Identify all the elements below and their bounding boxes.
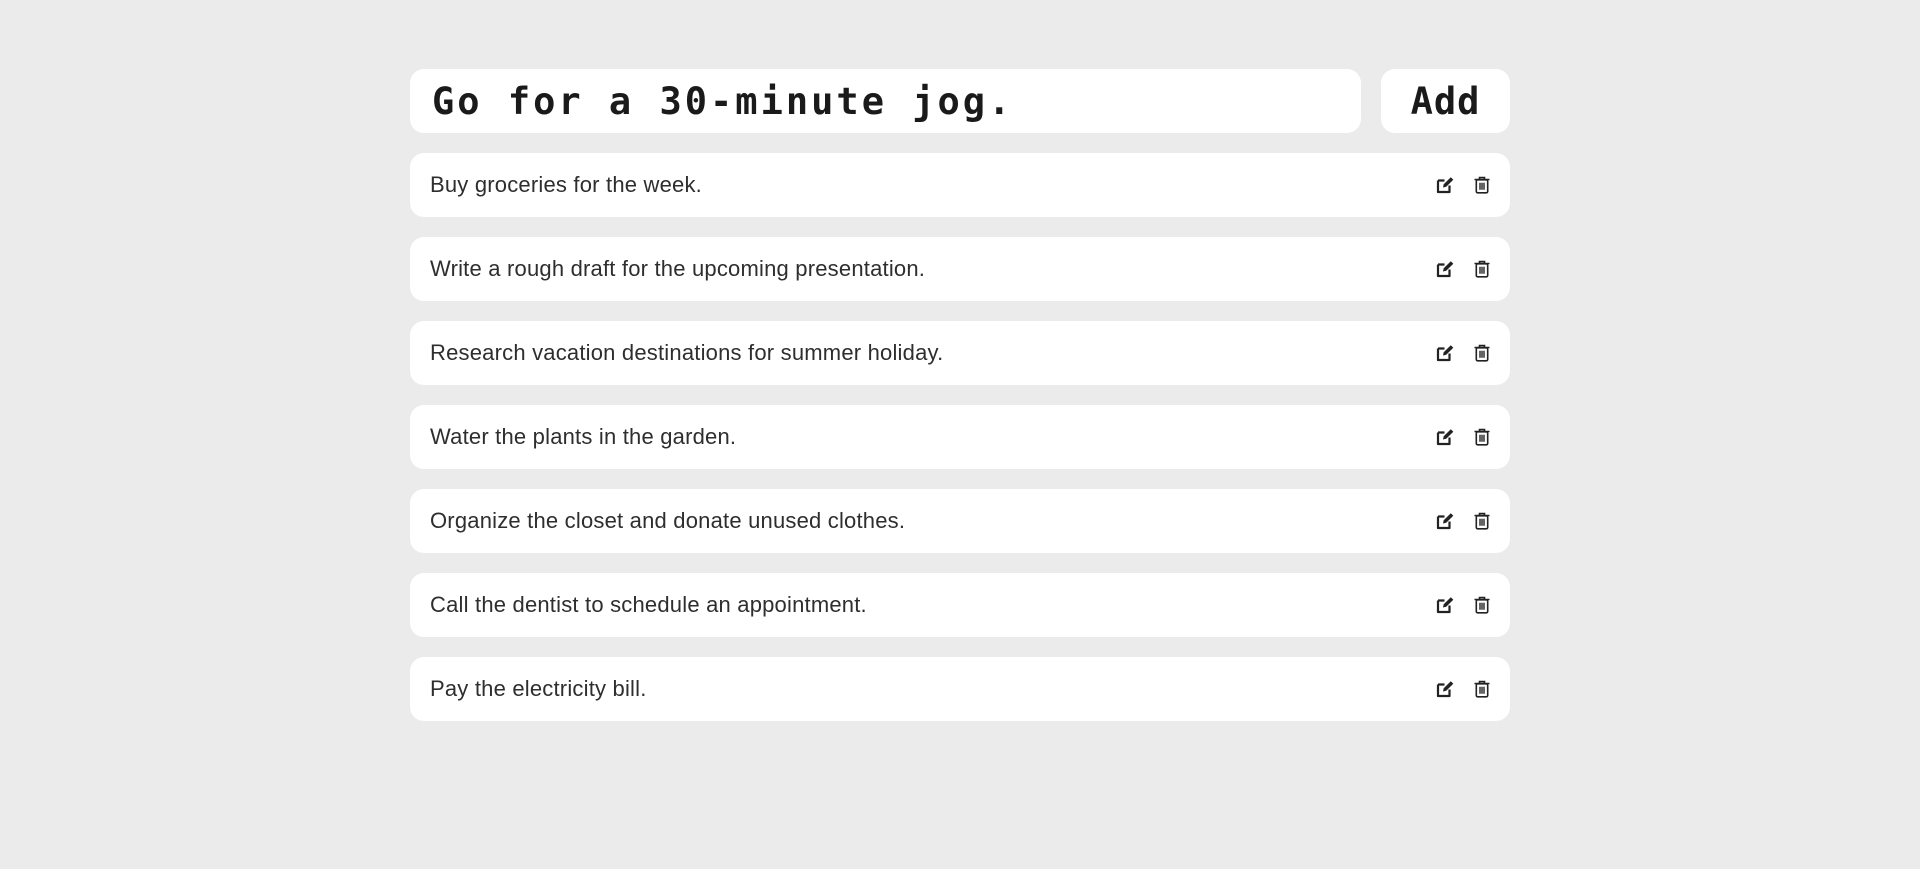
trash-icon[interactable] bbox=[1471, 175, 1492, 196]
item-actions bbox=[1434, 427, 1492, 448]
todo-text: Pay the electricity bill. bbox=[430, 676, 647, 701]
trash-icon[interactable] bbox=[1471, 343, 1492, 364]
list-item: Buy groceries for the week. bbox=[410, 153, 1510, 217]
todo-text: Call the dentist to schedule an appointm… bbox=[430, 592, 867, 617]
todo-text: Buy groceries for the week. bbox=[430, 172, 702, 197]
trash-icon[interactable] bbox=[1471, 595, 1492, 616]
list-item: Organize the closet and donate unused cl… bbox=[410, 489, 1510, 553]
new-task-row: Add bbox=[410, 69, 1510, 133]
item-actions bbox=[1434, 259, 1492, 280]
edit-icon[interactable] bbox=[1434, 343, 1455, 364]
trash-icon[interactable] bbox=[1471, 679, 1492, 700]
list-item: Water the plants in the garden. bbox=[410, 405, 1510, 469]
edit-icon[interactable] bbox=[1434, 595, 1455, 616]
list-item: Research vacation destinations for summe… bbox=[410, 321, 1510, 385]
todo-text: Water the plants in the garden. bbox=[430, 424, 737, 449]
task-input[interactable] bbox=[432, 69, 1361, 133]
todo-text: Organize the closet and donate unused cl… bbox=[430, 508, 906, 533]
edit-icon[interactable] bbox=[1434, 259, 1455, 280]
trash-icon[interactable] bbox=[1471, 511, 1492, 532]
task-input-container bbox=[410, 69, 1361, 133]
list-item: Write a rough draft for the upcoming pre… bbox=[410, 237, 1510, 301]
item-actions bbox=[1434, 595, 1492, 616]
todo-app: Add Buy groceries for the week. Write a … bbox=[410, 69, 1510, 741]
edit-icon[interactable] bbox=[1434, 679, 1455, 700]
edit-icon[interactable] bbox=[1434, 175, 1455, 196]
todo-text: Write a rough draft for the upcoming pre… bbox=[430, 256, 926, 281]
list-item: Pay the electricity bill. bbox=[410, 657, 1510, 721]
list-item: Call the dentist to schedule an appointm… bbox=[410, 573, 1510, 637]
item-actions bbox=[1434, 511, 1492, 532]
todo-text: Research vacation destinations for summe… bbox=[430, 340, 944, 365]
todo-list: Buy groceries for the week. Write a roug… bbox=[410, 153, 1510, 721]
item-actions bbox=[1434, 679, 1492, 700]
add-button[interactable]: Add bbox=[1381, 69, 1510, 133]
trash-icon[interactable] bbox=[1471, 259, 1492, 280]
edit-icon[interactable] bbox=[1434, 511, 1455, 532]
item-actions bbox=[1434, 343, 1492, 364]
item-actions bbox=[1434, 175, 1492, 196]
trash-icon[interactable] bbox=[1471, 427, 1492, 448]
edit-icon[interactable] bbox=[1434, 427, 1455, 448]
